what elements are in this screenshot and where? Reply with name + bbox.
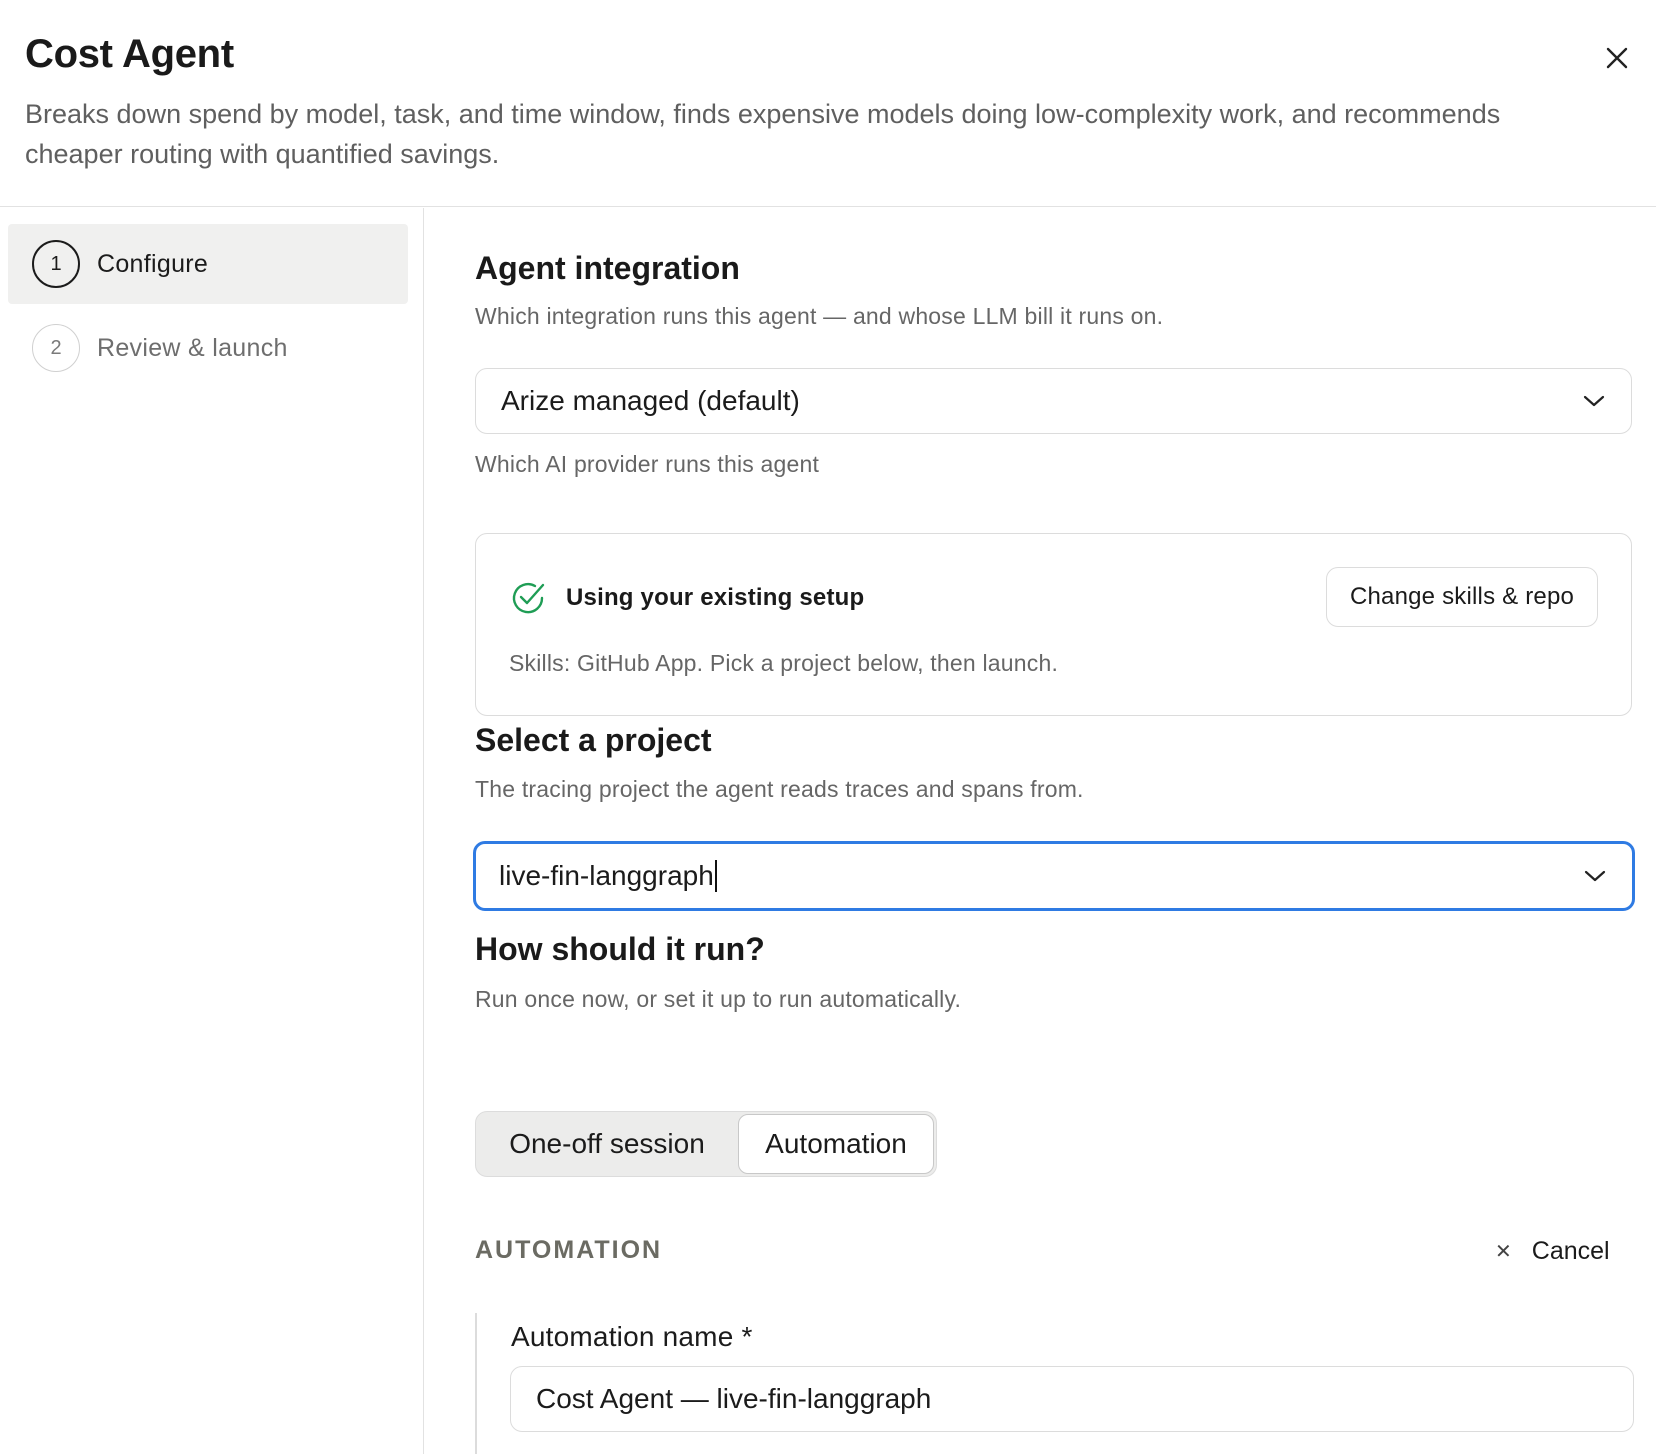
project-select-value: live-fin-langgraph xyxy=(499,860,714,891)
configure-panel: Agent integration Which integration runs… xyxy=(425,208,1656,1454)
chevron-down-icon xyxy=(1584,870,1606,882)
check-circle-icon xyxy=(512,582,545,614)
cancel-label: Cancel xyxy=(1531,1236,1610,1265)
automation-name-value: Cost Agent — live-fin-langgraph xyxy=(536,1383,932,1414)
integration-description: Which integration runs this agent — and … xyxy=(475,303,1164,329)
automation-option[interactable]: Automation xyxy=(738,1114,934,1174)
project-heading: Select a project xyxy=(475,722,712,758)
cancel-automation-button[interactable]: ✕ Cancel xyxy=(1495,1233,1610,1269)
automation-settings: Automation name * Cost Agent — live-fin-… xyxy=(475,1313,1635,1454)
setup-note: Skills: GitHub App. Pick a project below… xyxy=(509,650,1059,676)
wizard-steps: 1 Configure 2 Review & launch xyxy=(0,208,424,1454)
step-number: 1 xyxy=(32,240,80,288)
one-off-session-option[interactable]: One-off session xyxy=(476,1112,738,1176)
close-button[interactable] xyxy=(1597,38,1637,78)
chevron-down-icon xyxy=(1583,395,1605,407)
step-number: 2 xyxy=(32,324,80,372)
integration-heading: Agent integration xyxy=(475,250,740,286)
automation-name-label: Automation name * xyxy=(511,1321,753,1352)
existing-setup-card: Using your existing setup Change skills … xyxy=(475,533,1632,716)
project-description: The tracing project the agent reads trac… xyxy=(475,776,1084,802)
integration-select-value: Arize managed (default) xyxy=(501,385,800,416)
step-label: Configure xyxy=(97,249,209,278)
run-mode-toggle: One-off session Automation xyxy=(475,1111,937,1177)
run-mode-heading: How should it run? xyxy=(475,931,765,967)
change-skills-repo-button[interactable]: Change skills & repo xyxy=(1326,567,1598,627)
close-icon xyxy=(1606,47,1628,69)
modal-title: Cost Agent xyxy=(25,32,234,76)
step-label: Review & launch xyxy=(97,333,288,362)
integration-help-text: Which AI provider runs this agent xyxy=(475,451,820,477)
modal-header: Cost Agent Breaks down spend by model, t… xyxy=(0,0,1656,207)
step-review-launch[interactable]: 2 Review & launch xyxy=(8,308,408,388)
automation-section-label: AUTOMATION xyxy=(475,1236,663,1264)
integration-select[interactable]: Arize managed (default) xyxy=(475,368,1632,434)
close-icon: ✕ xyxy=(1495,1240,1512,1263)
step-configure[interactable]: 1 Configure xyxy=(8,224,408,304)
run-mode-description: Run once now, or set it up to run automa… xyxy=(475,986,962,1012)
modal-subtitle: Breaks down spend by model, task, and ti… xyxy=(25,99,1501,169)
cost-agent-modal: Cost Agent Breaks down spend by model, t… xyxy=(0,0,1656,1454)
text-caret xyxy=(714,860,717,892)
setup-title: Using your existing setup xyxy=(566,584,865,611)
project-select[interactable]: live-fin-langgraph xyxy=(473,841,1635,911)
automation-name-input[interactable]: Cost Agent — live-fin-langgraph xyxy=(510,1366,1634,1432)
